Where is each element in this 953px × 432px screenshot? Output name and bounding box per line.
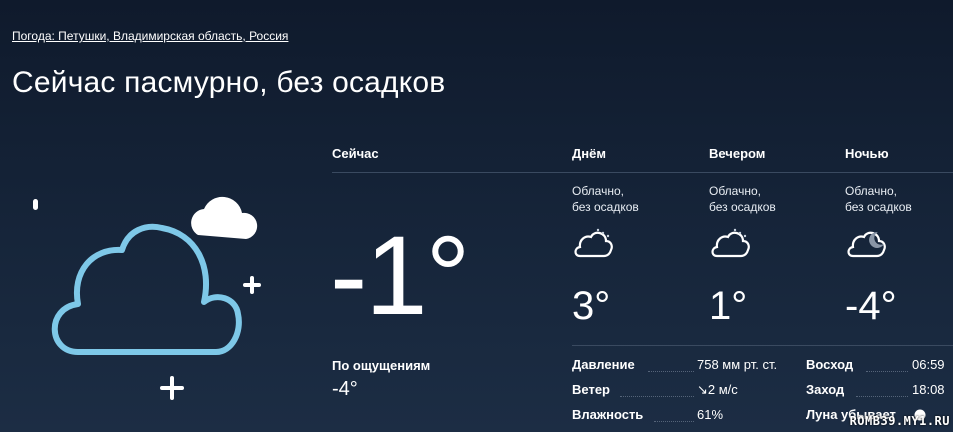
period-evening-description: Облачно, без осадков bbox=[709, 184, 776, 214]
period-day-temperature: 3° bbox=[572, 284, 611, 328]
pressure-value: 758 мм рт. ст. bbox=[697, 357, 778, 372]
header-divider bbox=[332, 172, 953, 173]
cloudy-moon-icon bbox=[847, 231, 886, 258]
period-evening-label: Вечером bbox=[709, 146, 766, 161]
humidity-value: 61% bbox=[697, 407, 724, 422]
period-night-temperature: -4° bbox=[845, 284, 897, 328]
humidity-label: Влажность bbox=[572, 407, 644, 422]
current-temperature: -1° bbox=[330, 213, 470, 338]
period-day-label: Днём bbox=[572, 146, 606, 161]
period-night-label: Ночью bbox=[845, 146, 889, 161]
period-evening-temperature: 1° bbox=[709, 284, 748, 328]
now-label: Сейчас bbox=[332, 146, 379, 161]
wind-label: Ветер bbox=[572, 382, 610, 397]
sunrise-label: Восход bbox=[806, 357, 854, 372]
breadcrumb-link[interactable]: Погода: Петушки, Владимирская область, Р… bbox=[12, 29, 288, 43]
feels-like-label: По ощущениям bbox=[332, 358, 431, 373]
feels-like-value: -4° bbox=[332, 378, 358, 400]
period-day-description: Облачно, без осадков bbox=[572, 184, 639, 214]
details-divider bbox=[572, 345, 953, 346]
watermark: ROMB39.MY1.RU bbox=[849, 414, 950, 428]
overcast-cloud-icon bbox=[33, 196, 261, 400]
cloudy-sun-icon bbox=[574, 228, 613, 258]
period-night-description: Облачно, без осадков bbox=[845, 184, 912, 214]
pressure-label: Давление bbox=[572, 357, 635, 372]
sunset-label: Заход bbox=[806, 382, 845, 397]
cloudy-sun-icon bbox=[711, 228, 750, 258]
sunset-value: 18:08 bbox=[912, 382, 945, 397]
page-title: Сейчас пасмурно, без осадков bbox=[12, 66, 446, 99]
wind-value: ↘2 м/с bbox=[697, 382, 738, 397]
sunrise-value: 06:59 bbox=[912, 357, 945, 372]
